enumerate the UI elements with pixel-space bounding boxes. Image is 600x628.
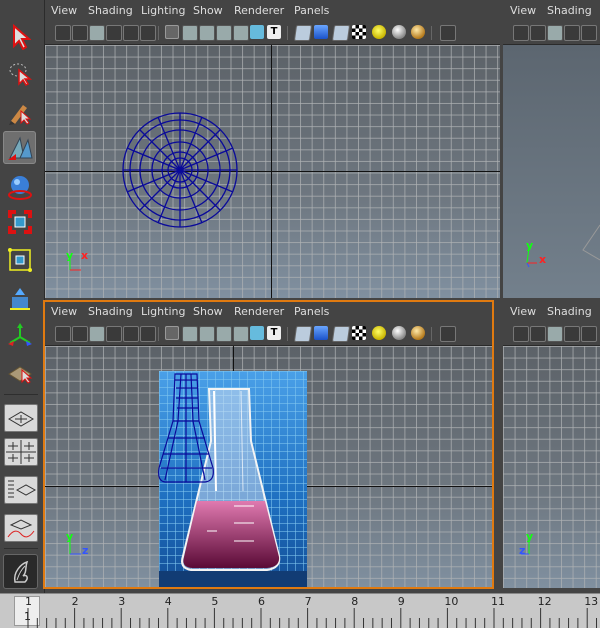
camera-select-icon[interactable] [55, 326, 71, 342]
four-view-layout-icon[interactable] [4, 438, 38, 466]
film-gate-icon[interactable] [140, 326, 156, 342]
camera-attributes-icon[interactable] [72, 326, 88, 342]
camera-grid-icon[interactable] [123, 25, 139, 41]
graph-editor-layout-icon[interactable] [4, 514, 38, 542]
universal-manipulator-icon[interactable] [3, 243, 36, 276]
single-perspective-layout-icon[interactable] [4, 404, 38, 432]
viewport-canvas[interactable]: y z [45, 346, 494, 588]
menu-panels[interactable]: Panels [294, 305, 329, 318]
textured-icon[interactable]: T [267, 25, 281, 39]
time-slider-ticks [27, 608, 598, 628]
menu-shading[interactable]: Shading [547, 4, 592, 17]
camera-attributes-icon[interactable] [530, 326, 546, 342]
menu-renderer[interactable]: Renderer [234, 305, 284, 318]
image-plane-icon[interactable] [564, 25, 580, 41]
select-arrow-icon[interactable] [3, 20, 36, 53]
camera-select-icon[interactable] [55, 25, 71, 41]
isolate-select-icon[interactable] [250, 326, 264, 340]
shaded-wire-cube-icon[interactable] [331, 25, 351, 41]
image-plane-icon[interactable] [106, 25, 122, 41]
scale-tool-icon[interactable] [3, 205, 36, 238]
viewport-persp[interactable]: View Shading y x [503, 0, 600, 298]
menu-view[interactable]: View [510, 305, 536, 318]
shaded-cube-icon[interactable] [314, 25, 328, 39]
menu-panels[interactable]: Panels [294, 4, 329, 17]
xray-icon[interactable] [233, 326, 249, 342]
viewport-canvas[interactable]: y x [503, 45, 600, 298]
hypershade-icon[interactable] [3, 554, 38, 589]
resolution-gate-icon[interactable] [440, 326, 456, 342]
last-tool-icon[interactable] [3, 355, 36, 388]
outliner-layout-icon[interactable] [4, 476, 38, 504]
viewport-menubar: View Shading Lighting Show Renderer Pane… [45, 0, 500, 22]
default-lighting-icon[interactable] [372, 25, 386, 39]
wireframe-icon[interactable] [165, 25, 179, 39]
camera-attributes-icon[interactable] [72, 25, 88, 41]
hardware-texturing-icon[interactable] [411, 25, 425, 39]
grid-toggle-icon[interactable] [182, 25, 198, 41]
wire-cube-icon[interactable] [293, 25, 313, 41]
viewport-canvas[interactable]: y x [45, 45, 500, 298]
resolution-gate-icon[interactable] [440, 25, 456, 41]
viewport-front[interactable]: View Shading Lighting Show Renderer Pane… [45, 301, 494, 588]
menu-view[interactable]: View [510, 4, 536, 17]
xray-icon[interactable] [233, 25, 249, 41]
rotate-tool-icon[interactable] [3, 170, 36, 203]
camera-attributes-icon[interactable] [530, 25, 546, 41]
menu-renderer[interactable]: Renderer [234, 4, 284, 17]
menu-view[interactable]: View [51, 4, 77, 17]
menu-shading[interactable]: Shading [88, 4, 133, 17]
camera-grid-icon[interactable] [581, 326, 597, 342]
show-manipulator-icon[interactable] [3, 318, 36, 351]
menu-show[interactable]: Show [193, 305, 223, 318]
bookmark-icon[interactable] [89, 25, 105, 41]
shadows-icon[interactable] [392, 25, 406, 39]
camera-grid-icon[interactable] [123, 326, 139, 342]
wireframe-icon[interactable] [165, 326, 179, 340]
shaded-cube-icon[interactable] [314, 326, 328, 340]
viewport-canvas[interactable]: y z [503, 346, 600, 588]
menu-shading[interactable]: Shading [88, 305, 133, 318]
shaded-wire-cube-icon[interactable] [331, 326, 351, 342]
soft-mod-icon[interactable] [3, 282, 36, 315]
isolate-select-icon[interactable] [250, 25, 264, 39]
hardware-texturing-icon[interactable] [411, 326, 425, 340]
bookmark-icon[interactable] [89, 326, 105, 342]
default-lighting-icon[interactable] [372, 326, 386, 340]
menu-lighting[interactable]: Lighting [141, 4, 185, 17]
menu-show[interactable]: Show [193, 4, 223, 17]
camera-select-icon[interactable] [513, 326, 529, 342]
menu-shading[interactable]: Shading [547, 305, 592, 318]
bookmark-icon[interactable] [547, 326, 563, 342]
menu-lighting[interactable]: Lighting [141, 305, 185, 318]
menu-view[interactable]: View [51, 305, 77, 318]
time-slider[interactable]: 1 12345678910111213 [0, 593, 600, 628]
viewport-iconbar: T [45, 22, 500, 45]
paint-select-icon[interactable] [3, 95, 36, 128]
viewport-side[interactable]: View Shading y z [503, 301, 600, 588]
image-plane-icon[interactable] [106, 326, 122, 342]
move-tool-icon[interactable] [3, 131, 36, 164]
camera-select-icon[interactable] [513, 25, 529, 41]
textured-icon[interactable]: T [267, 326, 281, 340]
shadows-icon[interactable] [392, 326, 406, 340]
smooth-shade-icon[interactable] [199, 326, 215, 342]
film-gate-icon[interactable] [140, 25, 156, 41]
toolbox [0, 0, 45, 596]
wire-cube-icon[interactable] [293, 326, 313, 342]
sphere-wireframe[interactable] [45, 45, 500, 298]
image-plane-icon[interactable] [564, 326, 580, 342]
bookmark-icon[interactable] [547, 25, 563, 41]
flask-wireframe[interactable] [45, 346, 494, 588]
lasso-select-icon[interactable] [3, 56, 36, 89]
texture-checker-icon[interactable] [352, 326, 366, 340]
camera-grid-icon[interactable] [581, 25, 597, 41]
grid-toggle-icon[interactable] [182, 326, 198, 342]
texture-checker-icon[interactable] [352, 25, 366, 39]
wireframe-on-shaded-icon[interactable] [216, 25, 232, 41]
smooth-shade-icon[interactable] [199, 25, 215, 41]
viewport-top[interactable]: View Shading Lighting Show Renderer Pane… [45, 0, 500, 298]
wireframe-on-shaded-icon[interactable] [216, 326, 232, 342]
